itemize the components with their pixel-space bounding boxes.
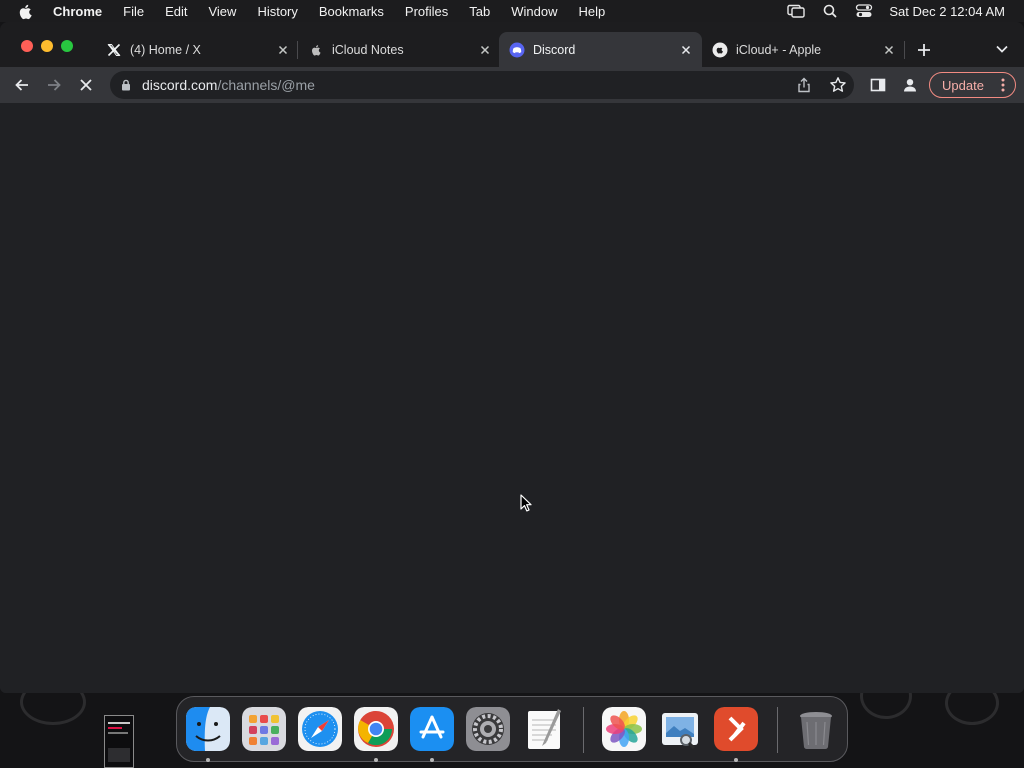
menu-bookmarks[interactable]: Bookmarks (319, 4, 384, 19)
side-panel-icon (870, 78, 886, 92)
running-indicator (206, 758, 210, 762)
close-tab-icon[interactable] (881, 42, 897, 58)
tab-strip: (4) Home / X iCloud Notes Discord iCloud… (0, 22, 1024, 67)
tab-x-home[interactable]: (4) Home / X (96, 32, 299, 67)
zoom-window-button[interactable] (61, 40, 73, 52)
menu-bar: Chrome File Edit View History Bookmarks … (0, 0, 1024, 22)
browser-toolbar: discord.com/channels/@me Update (0, 67, 1024, 103)
page-content[interactable] (0, 103, 1024, 693)
address-bar[interactable]: discord.com/channels/@me (110, 71, 854, 99)
tab-title: iCloud+ - Apple (736, 42, 822, 57)
minimize-window-button[interactable] (41, 40, 53, 52)
more-options-icon (1001, 78, 1005, 92)
app-store-icon[interactable] (410, 707, 454, 751)
chevron-down-icon (996, 45, 1008, 53)
x-logo-icon (106, 42, 122, 58)
system-settings-icon[interactable] (466, 707, 510, 751)
spotlight-search-icon[interactable] (821, 4, 839, 18)
share-icon[interactable] (796, 77, 812, 93)
update-label: Update (942, 77, 984, 93)
tab-discord[interactable]: Discord (499, 32, 702, 67)
safari-icon[interactable] (298, 707, 342, 751)
side-panel-button[interactable] (868, 75, 888, 95)
menu-tab[interactable]: Tab (469, 4, 490, 19)
menu-profiles[interactable]: Profiles (405, 4, 448, 19)
close-tab-icon[interactable] (678, 42, 694, 58)
close-icon (80, 79, 92, 91)
update-chrome-button[interactable]: Update (929, 72, 1016, 98)
tab-title: Discord (533, 42, 576, 57)
trash-icon[interactable] (794, 707, 838, 751)
wallpaper-shape (860, 693, 912, 719)
running-indicator (374, 758, 378, 762)
close-tab-icon[interactable] (275, 42, 291, 58)
back-button[interactable] (12, 75, 32, 95)
preview-icon[interactable] (658, 707, 702, 751)
chrome-icon[interactable] (354, 707, 398, 751)
tab-search-button[interactable] (993, 40, 1011, 58)
new-tab-button[interactable] (914, 40, 934, 60)
wallpaper-shape (20, 693, 86, 725)
close-tab-icon[interactable] (477, 42, 493, 58)
url-host: discord.com (142, 77, 218, 93)
url-path: /channels/@me (217, 77, 315, 93)
menu-history[interactable]: History (257, 4, 297, 19)
menu-window[interactable]: Window (511, 4, 557, 19)
mouse-cursor-icon (520, 494, 532, 512)
running-indicator (430, 758, 434, 762)
discord-logo-icon (509, 42, 525, 58)
tab-icloud-notes[interactable]: iCloud Notes (298, 32, 501, 67)
menu-file[interactable]: File (123, 4, 144, 19)
dock (176, 696, 848, 762)
tab-title: (4) Home / X (130, 42, 201, 57)
menubar-clock[interactable]: Sat Dec 2 12:04 AM (889, 4, 1005, 19)
url-text: discord.com/channels/@me (142, 77, 315, 93)
apple-menu-icon[interactable] (17, 3, 35, 20)
arrow-left-icon (15, 79, 28, 91)
remote-desktop-icon[interactable] (714, 707, 758, 751)
plus-icon (918, 44, 930, 56)
bookmark-star-icon[interactable] (829, 76, 847, 94)
profile-button[interactable] (900, 75, 920, 95)
wallpaper-shape (945, 693, 999, 725)
profile-icon (904, 79, 916, 92)
textedit-icon[interactable] (522, 707, 566, 751)
apple-logo-icon (308, 42, 324, 58)
chrome-window: (4) Home / X iCloud Notes Discord iCloud… (0, 22, 1024, 693)
running-indicator (734, 758, 738, 762)
forward-button[interactable] (44, 75, 64, 95)
photos-icon[interactable] (602, 707, 646, 751)
phone-screenshot-thumbnail[interactable] (104, 715, 134, 768)
menu-help[interactable]: Help (579, 4, 606, 19)
dock-separator (583, 707, 584, 753)
tab-separator (904, 41, 905, 59)
close-window-button[interactable] (21, 40, 33, 52)
tab-title: iCloud Notes (332, 42, 404, 57)
icloud-icon (712, 42, 728, 58)
finder-icon[interactable] (186, 707, 230, 751)
screen-mirroring-icon[interactable] (787, 4, 806, 18)
arrow-right-icon (48, 79, 61, 91)
menu-app-name[interactable]: Chrome (53, 4, 102, 19)
dock-separator (777, 707, 778, 753)
launchpad-icon[interactable] (242, 707, 286, 751)
control-center-icon[interactable] (855, 4, 873, 18)
menu-edit[interactable]: Edit (165, 4, 187, 19)
lock-icon[interactable] (121, 79, 131, 91)
tab-icloud-plus[interactable]: iCloud+ - Apple (702, 32, 905, 67)
menu-view[interactable]: View (208, 4, 236, 19)
stop-loading-button[interactable] (76, 75, 96, 95)
